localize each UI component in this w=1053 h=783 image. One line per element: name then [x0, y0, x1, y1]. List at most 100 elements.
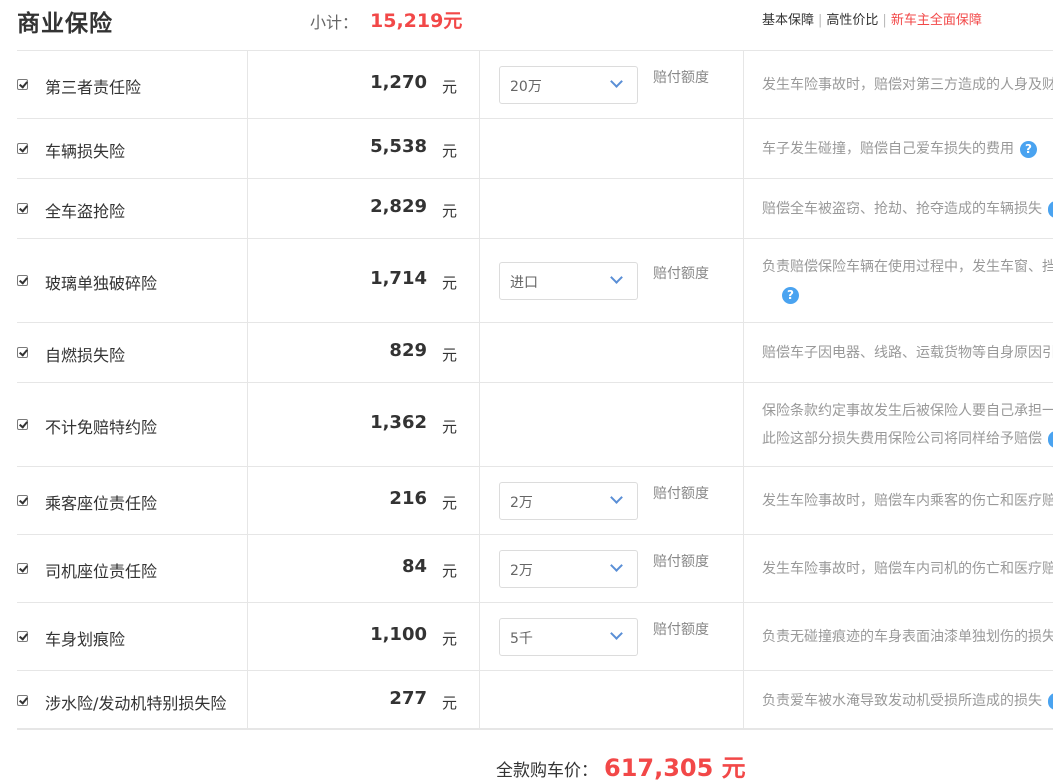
price-unit: 元 — [442, 418, 458, 436]
column-divider — [247, 179, 248, 238]
chevron-down-icon — [610, 559, 623, 572]
insurance-checkbox[interactable] — [17, 347, 28, 358]
insurance-checkbox[interactable] — [17, 563, 28, 574]
column-divider — [743, 179, 744, 238]
divider: | — [818, 13, 823, 28]
price-unit: 元 — [442, 494, 458, 512]
column-divider — [743, 51, 744, 118]
description-line: 发生车险事故时，赔偿车内司机的伤亡和医疗赔 — [762, 555, 1053, 583]
total-value: 617,305 元 — [604, 754, 746, 782]
description-text: 赔偿全车被盗窃、抢劫、抢夺造成的车辆损失 — [762, 201, 1042, 217]
subtotal-label: 小计： — [310, 13, 359, 32]
coverage-select[interactable]: 2万 — [499, 482, 638, 520]
plan-selector: 基本保障 | 高性价比 | 新车主全面保障 — [762, 9, 982, 28]
price-unit: 元 — [442, 562, 458, 580]
coverage-value: 2万 — [510, 495, 533, 511]
insurance-checkbox[interactable] — [17, 79, 28, 90]
insurance-price: 5,538 — [370, 136, 427, 157]
chevron-down-icon — [610, 491, 623, 504]
insurance-checkbox[interactable] — [17, 695, 28, 706]
description-line: 车子发生碰撞，赔偿自己爱车损失的费用? — [762, 135, 1053, 163]
column-divider — [743, 119, 744, 178]
description-text: 负责爱车被水淹导致发动机受损所造成的损失 — [762, 693, 1042, 709]
description-line: 此险这部分损失费用保险公司将同样给予赔偿? — [762, 425, 1053, 453]
insurance-name: 车辆损失险 — [45, 142, 126, 161]
insurance-row: 玻璃单独破碎险 1,714 元 进口 赔付额度 负责赔偿保险车辆在使用过程中，发生车窗、挡… — [17, 238, 1053, 322]
help-icon[interactable]: ? — [1048, 692, 1053, 710]
insurance-row: 乘客座位责任险 216 元 2万 赔付额度 发生车险事故时，赔偿车内乘客的伤亡和医疗赔 — [17, 466, 1053, 534]
column-divider — [743, 239, 744, 322]
price-unit: 元 — [442, 274, 458, 292]
column-divider — [743, 383, 744, 466]
insurance-name: 全车盗抢险 — [45, 202, 126, 221]
insurance-price: 1,362 — [370, 412, 427, 433]
column-divider — [479, 603, 480, 670]
price-unit: 元 — [442, 202, 458, 220]
column-divider — [247, 323, 248, 382]
description-line: 负责无碰撞痕迹的车身表面油漆单独划伤的损失 — [762, 623, 1053, 651]
plan-basic[interactable]: 基本保障 — [762, 13, 814, 28]
help-icon[interactable]: ? — [1020, 140, 1037, 158]
help-icon[interactable]: ? — [1048, 200, 1053, 218]
total-label: 全款购车价： — [496, 761, 598, 781]
insurance-name: 车身划痕险 — [45, 630, 126, 649]
column-divider — [479, 671, 480, 728]
description-line: 发生车险事故时，赔偿车内乘客的伤亡和医疗赔 — [762, 487, 1053, 515]
coverage-select[interactable]: 5千 — [499, 618, 638, 656]
description-line: 赔偿车子因电器、线路、运载货物等自身原因引 — [762, 339, 1053, 367]
insurance-checkbox[interactable] — [17, 631, 28, 642]
chevron-down-icon — [610, 75, 623, 88]
insurance-row: 司机座位责任险 84 元 2万 赔付额度 发生车险事故时，赔偿车内司机的伤亡和医疗赔 — [17, 534, 1053, 602]
insurance-description: 发生车险事故时，赔偿车内司机的伤亡和医疗赔 — [762, 555, 1053, 583]
plan-full[interactable]: 新车主全面保障 — [891, 13, 982, 28]
insurance-name: 自燃损失险 — [45, 346, 126, 365]
insurance-checkbox[interactable] — [17, 419, 28, 430]
column-divider — [247, 119, 248, 178]
description-line: 负责赔偿保险车辆在使用过程中，发生车窗、挡 — [762, 253, 1053, 281]
price-unit: 元 — [442, 630, 458, 648]
column-divider — [479, 179, 480, 238]
column-divider — [247, 51, 248, 118]
insurance-name: 不计免赔特约险 — [45, 418, 158, 437]
column-divider — [247, 239, 248, 322]
coverage-value: 2万 — [510, 563, 533, 579]
subtotal-value: 15,219元 — [370, 10, 463, 32]
insurance-price: 84 — [401, 556, 427, 577]
insurance-name: 乘客座位责任险 — [45, 494, 158, 513]
insurance-checkbox[interactable] — [17, 203, 28, 214]
help-icon[interactable]: ? — [1048, 430, 1053, 448]
column-divider — [743, 603, 744, 670]
insurance-description: 车子发生碰撞，赔偿自己爱车损失的费用? — [762, 135, 1053, 163]
coverage-label: 赔付额度 — [653, 266, 709, 282]
description-line: 赔偿全车被盗窃、抢劫、抢夺造成的车辆损失? — [762, 195, 1053, 223]
insurance-price: 1,100 — [370, 624, 427, 645]
insurance-name: 涉水险/发动机特别损失险 — [45, 694, 227, 713]
help-icon[interactable]: ? — [782, 286, 799, 304]
column-divider — [479, 535, 480, 602]
insurance-row: 不计免赔特约险 1,362 元 保险条款约定事故发生后被保险人要自己承担一 此险这部分损… — [17, 382, 1053, 466]
insurance-row: 涉水险/发动机特别损失险 277 元 负责爱车被水淹导致发动机受损所造成的损失? — [17, 670, 1053, 730]
coverage-select[interactable]: 进口 — [499, 262, 638, 300]
divider: | — [882, 13, 887, 28]
chevron-down-icon — [610, 627, 623, 640]
coverage-value: 20万 — [510, 79, 542, 95]
coverage-label: 赔付额度 — [653, 486, 709, 502]
insurance-checkbox[interactable] — [17, 275, 28, 286]
description-line: 保险条款约定事故发生后被保险人要自己承担一 — [762, 397, 1053, 425]
coverage-select[interactable]: 2万 — [499, 550, 638, 588]
plan-value[interactable]: 高性价比 — [826, 13, 878, 28]
coverage-select[interactable]: 20万 — [499, 66, 638, 104]
total-price: 全款购车价： 617,305 元 — [496, 748, 746, 783]
insurance-checkbox[interactable] — [17, 143, 28, 154]
insurance-row: 车身划痕险 1,100 元 5千 赔付额度 负责无碰撞痕迹的车身表面油漆单独划伤的损失 — [17, 602, 1053, 670]
insurance-price: 216 — [389, 488, 427, 509]
insurance-description: 保险条款约定事故发生后被保险人要自己承担一 此险这部分损失费用保险公司将同样给予赔… — [762, 397, 1053, 453]
column-divider — [479, 119, 480, 178]
column-divider — [479, 467, 480, 534]
header: 商业保险 小计： 15,219元 基本保障 | 高性价比 | 新车主全面保障 — [0, 0, 1053, 50]
insurance-checkbox[interactable] — [17, 495, 28, 506]
insurance-price: 1,714 — [370, 268, 427, 289]
column-divider — [247, 603, 248, 670]
column-divider — [743, 535, 744, 602]
price-unit: 元 — [442, 346, 458, 364]
